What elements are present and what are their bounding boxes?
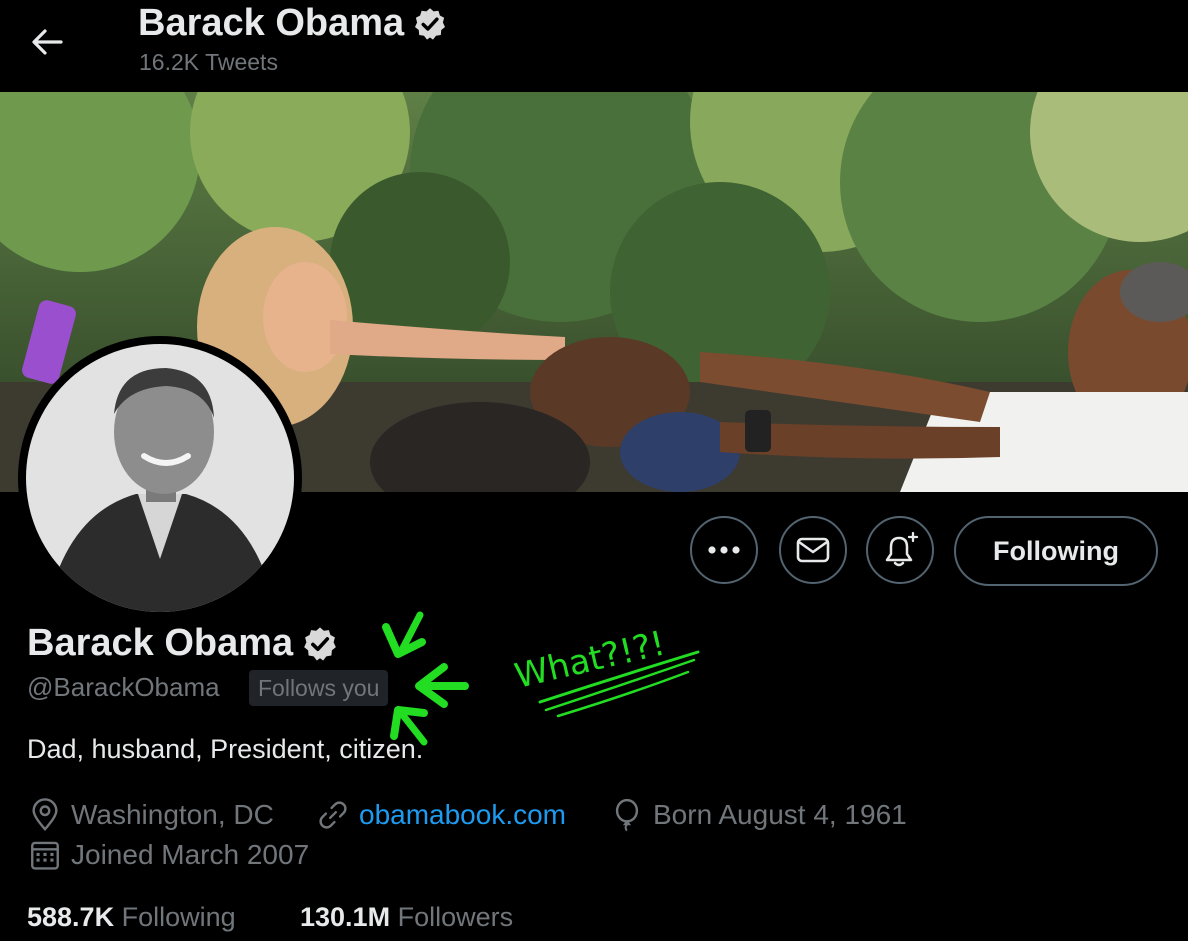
header-title: Barack Obama: [138, 2, 448, 45]
profile-birthday: Born August 4, 1961: [610, 798, 907, 832]
following-count: 588.7K: [27, 902, 115, 932]
more-icon: [708, 546, 740, 554]
following-stat[interactable]: 588.7K Following: [27, 902, 236, 933]
bell-plus-icon: [885, 531, 919, 567]
annotation-arrow-top: [382, 611, 426, 658]
top-header: Barack Obama 16.2K Tweets: [0, 0, 1188, 92]
follows-you-badge: Follows you: [249, 670, 389, 706]
birthday-text: Born August 4, 1961: [653, 799, 907, 830]
avatar[interactable]: [26, 344, 294, 612]
avatar-image: [26, 344, 294, 612]
followers-label: Followers: [397, 902, 514, 932]
website-link[interactable]: obamabook.com: [359, 799, 566, 831]
calendar-icon: [31, 841, 59, 870]
joined-text: Joined March 2007: [71, 839, 310, 870]
more-button[interactable]: [690, 516, 758, 584]
tweet-count: 16.2K Tweets: [139, 49, 278, 75]
header-name: Barack Obama: [138, 2, 405, 44]
following-label: Following: [121, 902, 236, 932]
followers-count: 130.1M: [300, 902, 391, 932]
verified-badge-icon: [304, 626, 336, 660]
location-text: Washington, DC: [71, 799, 274, 830]
profile-website: obamabook.com: [316, 798, 566, 832]
profile-name-row: Barack Obama: [27, 622, 339, 665]
back-button[interactable]: [22, 22, 72, 62]
profile-location: Washington, DC: [28, 798, 274, 832]
annotation-arrow-right: [415, 663, 469, 708]
following-button[interactable]: Following: [954, 516, 1158, 586]
profile-joined: Joined March 2007: [28, 838, 309, 872]
link-icon: [319, 801, 347, 829]
balloon-icon: [615, 798, 639, 832]
location-pin-icon: [32, 798, 58, 831]
notifications-button[interactable]: [866, 516, 934, 584]
avatar-frame[interactable]: [18, 336, 302, 620]
profile-handle: @BarackObama: [27, 672, 220, 702]
verified-badge-icon: [415, 7, 446, 40]
followers-stat[interactable]: 130.1M Followers: [300, 902, 513, 933]
profile-bio: Dad, husband, President, citizen.: [27, 734, 424, 764]
message-button[interactable]: [779, 516, 847, 584]
annotation-text: What?!?!: [511, 623, 669, 696]
arrow-left-icon: [32, 29, 63, 55]
envelope-icon: [796, 537, 830, 563]
profile-name: Barack Obama: [27, 622, 294, 664]
